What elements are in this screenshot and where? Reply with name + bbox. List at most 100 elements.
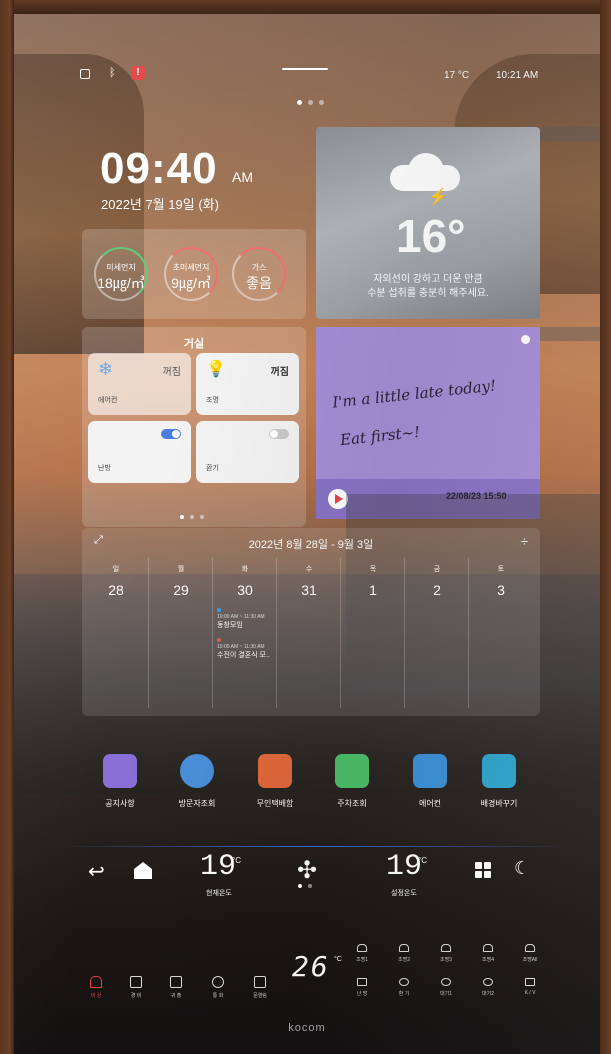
calendar-weekday: 화 <box>241 566 249 573</box>
lamp-icon <box>441 944 451 952</box>
clock-date: 2022년 7월 19일 (화) <box>101 197 219 212</box>
current-temp-label: 현재온도 <box>206 890 232 897</box>
heating-toggle[interactable] <box>161 429 181 439</box>
lock-icon <box>80 69 90 79</box>
alert-icon[interactable]: ! <box>131 66 145 80</box>
lightbulb-icon: 💡 <box>206 361 226 378</box>
add-event-icon[interactable]: ÷ <box>521 534 528 549</box>
calendar-date: 2 <box>433 582 441 598</box>
calendar-day-wed[interactable]: 수 31 <box>276 558 341 708</box>
home-icon[interactable] <box>134 862 152 869</box>
room-page-dot-active[interactable] <box>180 515 184 519</box>
call-label: 통 화 <box>212 993 224 999</box>
ultrafine-dust-gauge: 초미세먼지 9㎍/㎥ <box>164 247 218 301</box>
calendar-day-thu[interactable]: 목 1 <box>340 558 405 708</box>
calendar-weekday: 목 <box>369 566 377 573</box>
gas-label: 가스 <box>251 263 267 272</box>
door-open-button[interactable]: 문열림 <box>248 976 272 999</box>
calendar-day-sat[interactable]: 토 3 <box>468 558 533 708</box>
calendar-date: 1 <box>369 582 377 598</box>
app-visitor-label: 방문자조회 <box>178 799 216 808</box>
air-quality-card[interactable]: 미세먼지 18㎍/㎥ 초미세먼지 9㎍/㎥ 가스 좋음 <box>82 229 306 319</box>
light3-button[interactable]: 조명3 <box>432 944 460 963</box>
drag-handle[interactable] <box>282 68 328 70</box>
lamp-icon <box>399 944 409 952</box>
wallpad-screen: ᛒ ! 17 °C 10:21 AM 09:40 AM 2022년 7월 19일… <box>14 14 600 1054</box>
light2-button[interactable]: 조명2 <box>390 944 418 963</box>
app-visitor[interactable]: 방문자조회 <box>162 754 232 809</box>
home-icon-body <box>134 869 152 879</box>
memo-line2: Eat first~! <box>339 422 421 450</box>
memo-pin-icon <box>521 335 530 344</box>
parcel-box-icon <box>258 754 292 788</box>
kv-icon <box>525 978 535 986</box>
event-dot <box>217 638 221 642</box>
emergency-button[interactable]: 비 상 <box>84 976 108 999</box>
tile-light-label: 조명 <box>206 397 219 404</box>
security-button[interactable]: 경 비 <box>124 976 148 999</box>
lamp-icon <box>483 944 493 952</box>
calendar-day-fri[interactable]: 금 2 <box>404 558 469 708</box>
play-button[interactable] <box>328 489 348 509</box>
heating-icon <box>357 978 367 986</box>
tile-light-state: 꺼짐 <box>270 367 289 378</box>
page-dot[interactable] <box>308 100 313 105</box>
ultrafine-dust-value: 9㎍/㎥ <box>171 275 211 291</box>
standby2-button[interactable]: 대기2 <box>474 978 502 997</box>
calendar-weekday: 월 <box>177 566 185 573</box>
power-icon <box>483 978 493 986</box>
room-page-dot[interactable] <box>200 515 204 519</box>
calendar-date: 28 <box>108 582 124 598</box>
standby1-button[interactable]: 대기1 <box>432 978 460 997</box>
call-button[interactable]: 통 화 <box>206 976 230 999</box>
current-temp-unit: °C <box>232 856 241 865</box>
app-notice[interactable]: 공지사항 <box>85 754 155 809</box>
app-aircon[interactable]: 에어컨 <box>395 754 465 809</box>
room-page-dot[interactable] <box>190 515 194 519</box>
weather-card[interactable]: ⚡ 16° 자외선이 강하고 더운 만큼 수분 섭취를 충분히 해주세요. <box>316 127 540 319</box>
app-wallpaper[interactable]: 배경바꾸기 <box>464 754 534 809</box>
app-parcel[interactable]: 무인택배함 <box>240 754 310 809</box>
kv-button[interactable]: K / V <box>516 978 544 996</box>
app-parcel-label: 무인택배함 <box>256 799 294 808</box>
calendar-day-mon[interactable]: 월 29 <box>148 558 213 708</box>
clock-ampm: AM <box>232 169 253 185</box>
fine-dust-gauge: 미세먼지 18㎍/㎥ <box>94 247 148 301</box>
event-item[interactable]: 10:00 AM ~ 11:30 AM 동창모임 <box>217 614 265 630</box>
tile-light[interactable]: 💡 꺼짐 조명 <box>196 353 299 415</box>
calendar-day-sun[interactable]: 일 28 <box>84 558 148 708</box>
page-dot[interactable] <box>319 100 324 105</box>
phone-icon <box>212 976 224 988</box>
fan-small-icon <box>399 978 409 986</box>
bluetooth-icon: ᛒ <box>109 67 116 79</box>
app-notice-label: 공지사항 <box>105 799 135 808</box>
tile-aircon[interactable]: ❄ 꺼짐 에어컨 <box>88 353 191 415</box>
page-dot-active[interactable] <box>297 100 302 105</box>
tile-aircon-state: 꺼짐 <box>162 367 181 378</box>
calendar-day-tue[interactable]: 화 30 10:00 AM ~ 11:30 AM 동창모임 10:00 AM ~… <box>212 558 277 708</box>
fan-icon[interactable]: ✣ <box>297 856 317 885</box>
light1-label: 조명1 <box>356 957 368 963</box>
light4-button[interactable]: 조명4 <box>474 944 502 963</box>
ventilation-button[interactable]: 환 기 <box>390 978 418 997</box>
tile-heating[interactable]: 난방 <box>88 421 191 483</box>
app-parking-label: 주차조회 <box>337 799 367 808</box>
heating-button[interactable]: 난 방 <box>348 978 376 997</box>
thunderstorm-cloud-icon: ⚡ <box>390 153 464 206</box>
power-icon <box>441 978 451 986</box>
app-parking[interactable]: 주차조회 <box>317 754 387 809</box>
light-all-button[interactable]: 조명All <box>516 944 544 963</box>
dock-page-dot[interactable] <box>308 884 312 888</box>
light1-button[interactable]: 조명1 <box>348 944 376 963</box>
night-mode-icon[interactable]: ☾ <box>514 858 530 879</box>
away-button[interactable]: 귀 출 <box>164 976 188 999</box>
back-icon[interactable]: ↩ <box>88 859 105 884</box>
grid-menu-icon[interactable] <box>475 862 491 878</box>
event-item[interactable]: 10:00 AM ~ 11:30 AM 수진이 결혼식 모.. <box>217 644 270 660</box>
ultrafine-dust-label: 초미세먼지 <box>172 263 210 272</box>
memo-card[interactable]: I'm a little late today! Eat first~! 22/… <box>316 327 540 519</box>
dock-page-dot-active[interactable] <box>298 884 302 888</box>
ventilation-toggle[interactable] <box>269 429 289 439</box>
tile-ventilation[interactable]: 환기 <box>196 421 299 483</box>
app-aircon-label: 에어컨 <box>418 799 442 808</box>
